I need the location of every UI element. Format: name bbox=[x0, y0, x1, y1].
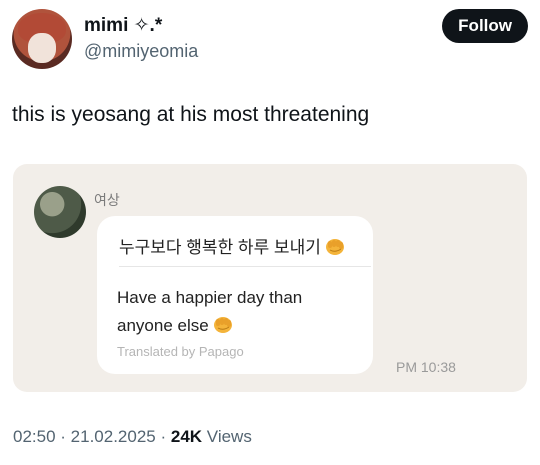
fist-icon bbox=[212, 314, 234, 334]
tweet-header: mimi ✧.* @mimiyeomia Follow bbox=[12, 9, 528, 69]
message-english-text: Have a happier day than anyone else bbox=[117, 288, 303, 335]
tweet-media[interactable]: 여상 누구보다 행복한 하루 보내기 Have a happier day th… bbox=[13, 164, 527, 392]
tweet-text: this is yeosang at his most threatening bbox=[12, 103, 370, 126]
bubble-divider bbox=[119, 266, 371, 267]
follow-button[interactable]: Follow bbox=[442, 9, 528, 43]
user-handle[interactable]: @mimiyeomia bbox=[84, 39, 198, 63]
message-korean-text: 누구보다 행복한 하루 보내기 bbox=[119, 238, 321, 257]
user-avatar[interactable] bbox=[12, 9, 72, 69]
meta-separator: · bbox=[55, 427, 71, 446]
meta-separator: · bbox=[155, 427, 171, 446]
tweet-time[interactable]: 02:50 bbox=[13, 427, 56, 446]
user-info[interactable]: mimi ✧.* @mimiyeomia bbox=[84, 15, 198, 63]
message-time: PM 10:38 bbox=[396, 359, 456, 375]
chat-avatar bbox=[34, 186, 86, 238]
views-count[interactable]: 24K bbox=[171, 427, 202, 446]
message-english-line: Have a happier day than anyone else bbox=[117, 284, 357, 340]
views-label: Views bbox=[206, 427, 252, 446]
message-korean-line: 누구보다 행복한 하루 보내기 bbox=[119, 236, 346, 259]
tweet-meta: 02:50 · 21.02.2025 · 24K Views bbox=[13, 427, 252, 447]
message-bubble: 누구보다 행복한 하루 보내기 Have a happier day than … bbox=[97, 216, 373, 374]
tweet-date[interactable]: 21.02.2025 bbox=[71, 427, 156, 446]
message-sender: 여상 bbox=[94, 192, 120, 208]
translation-credit: Translated by Papago bbox=[117, 344, 244, 359]
fist-icon bbox=[324, 236, 346, 256]
display-name[interactable]: mimi ✧.* bbox=[84, 15, 198, 37]
avatar-face bbox=[28, 33, 56, 63]
